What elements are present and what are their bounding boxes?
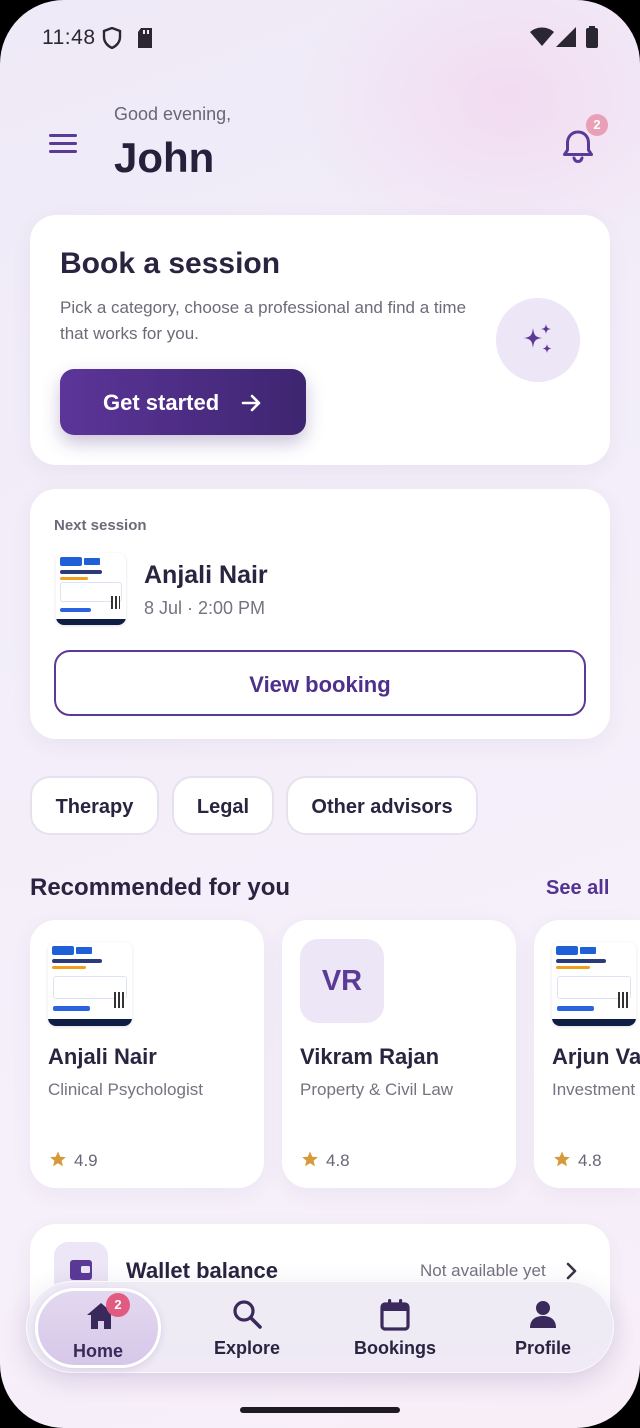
chip-legal[interactable]: Legal xyxy=(172,776,274,835)
professional-rating: 4.8 xyxy=(578,1151,602,1170)
professional-photo xyxy=(552,942,636,1026)
nav-label: Profile xyxy=(514,1338,571,1358)
professional-name: Arjun Va xyxy=(552,1044,640,1069)
wallet-status: Not available yet xyxy=(420,1261,546,1280)
professional-card[interactable]: Arjun Va Investment 4.8 xyxy=(534,920,640,1188)
wifi-icon xyxy=(530,27,554,52)
search-icon xyxy=(233,1300,262,1329)
chip-label: Other advisors xyxy=(311,796,453,818)
bottom-navigation: 2 Home Explore Bookings Profile xyxy=(26,1281,614,1373)
greeting-text: Good evening, xyxy=(114,104,232,124)
get-started-label: Get started xyxy=(103,390,220,415)
professional-card[interactable]: VR Vikram Rajan Property & Civil Law 4.8 xyxy=(282,920,516,1188)
person-icon xyxy=(530,1301,556,1328)
menu-icon-line xyxy=(49,134,77,137)
professional-card[interactable]: Anjali Nair Clinical Psychologist 4.9 xyxy=(30,920,264,1188)
star-icon xyxy=(302,1151,318,1167)
nav-explore[interactable]: Explore xyxy=(184,1288,310,1368)
view-booking-label: View booking xyxy=(249,672,391,697)
gesture-home-bar[interactable] xyxy=(240,1407,400,1413)
sparkle-badge xyxy=(496,298,580,382)
sd-card-icon xyxy=(136,27,154,54)
nav-badge: 2 xyxy=(106,1293,130,1317)
battery-icon xyxy=(585,26,599,53)
nav-label: Bookings xyxy=(353,1338,436,1358)
book-session-card: Book a session Pick a category, choose a… xyxy=(30,215,610,465)
recommended-title: Recommended for you xyxy=(30,874,291,901)
chip-other-advisors[interactable]: Other advisors xyxy=(286,776,478,835)
professional-rating: 4.9 xyxy=(74,1151,98,1170)
next-session-card: Next session Anjali Nair 8 Jul · 2:00 PM… xyxy=(30,489,610,739)
chevron-right-icon xyxy=(566,1262,577,1280)
calendar-icon xyxy=(380,1299,410,1331)
nav-bookings[interactable]: Bookings xyxy=(332,1288,458,1368)
chip-therapy[interactable]: Therapy xyxy=(30,776,159,835)
menu-button[interactable] xyxy=(42,124,86,164)
professional-role: Property & Civil Law xyxy=(300,1080,454,1099)
notification-badge: 2 xyxy=(586,114,608,136)
shield-icon xyxy=(102,26,122,54)
book-session-description: Pick a category, choose a professional a… xyxy=(60,298,467,343)
view-booking-button[interactable]: View booking xyxy=(54,650,586,716)
star-icon xyxy=(554,1151,570,1167)
professional-name: Anjali Nair xyxy=(48,1044,157,1069)
menu-icon-line xyxy=(49,150,77,153)
professional-photo xyxy=(56,553,126,625)
status-bar: 11:48 xyxy=(0,0,640,80)
nav-profile[interactable]: Profile xyxy=(480,1288,606,1368)
initials-avatar: VR xyxy=(300,939,384,1023)
user-name: John xyxy=(114,134,215,181)
next-session-name: Anjali Nair xyxy=(144,561,268,589)
professional-role: Clinical Psychologist xyxy=(48,1080,203,1099)
next-session-label: Next session xyxy=(54,517,147,534)
next-session-datetime: 8 Jul · 2:00 PM xyxy=(144,598,266,618)
arrow-right-icon xyxy=(241,394,261,412)
get-started-button[interactable]: Get started xyxy=(60,369,306,435)
see-all-link[interactable]: See all xyxy=(546,877,609,900)
chip-label: Legal xyxy=(196,796,250,818)
chip-label: Therapy xyxy=(55,796,134,818)
nav-label: Explore xyxy=(213,1338,281,1358)
nav-label: Home xyxy=(72,1341,123,1361)
star-icon xyxy=(50,1151,66,1167)
professional-rating: 4.8 xyxy=(326,1151,350,1170)
sparkles-icon xyxy=(524,324,552,353)
signal-icon xyxy=(556,27,576,52)
professional-role: Investment xyxy=(552,1080,636,1099)
professional-name: Vikram Rajan xyxy=(300,1044,440,1069)
book-session-title: Book a session xyxy=(60,247,281,280)
menu-icon-line xyxy=(49,142,77,145)
status-time: 11:48 xyxy=(42,26,96,49)
nav-home[interactable]: 2 Home xyxy=(35,1288,161,1368)
app-screen: 11:48 Good evening, John 2 Book a sessio xyxy=(0,0,640,1428)
professional-photo xyxy=(48,942,132,1026)
